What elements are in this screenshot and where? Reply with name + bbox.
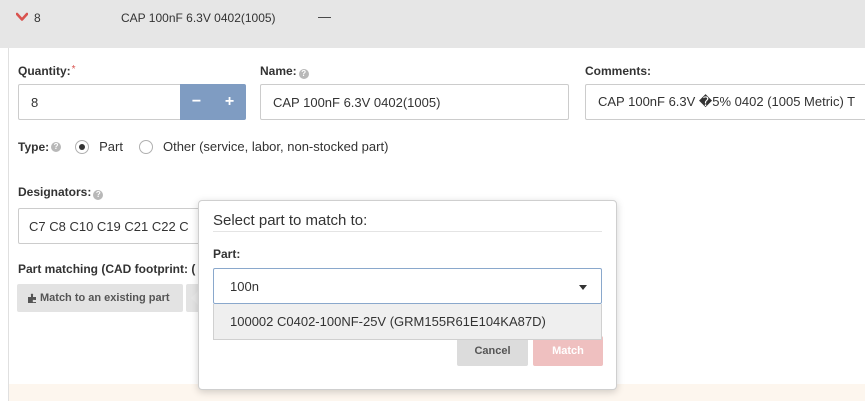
type-radio-group: Type: ? Part Other (service, labor, non-… [18,139,388,154]
part-search-value: 100n [230,278,259,294]
comments-label: Comments: [585,64,652,78]
type-part-radio[interactable] [75,139,90,154]
name-label: Name:? [260,64,309,79]
match-part-popover: Select part to match to: Part: 100n Canc… [198,200,617,390]
match-existing-part-label: Match to an existing part [40,292,170,304]
part-option[interactable]: 100002 C0402-100NF-25V (GRM155R61E104KA8… [213,304,602,340]
designators-value: C7 C8 C10 C19 C21 C22 C [29,218,189,234]
row-dash: — [318,9,331,24]
comments-value: CAP 100nF 6.3V �5% 0402 (1005 Metric) T [598,94,856,109]
part-label: Part: [213,247,241,261]
part-matching-label: Part matching (CAD footprint: ( [18,262,196,276]
required-mark: * [71,64,76,75]
row-quantity: 8 [34,11,41,25]
quantity-value: 8 [31,94,39,110]
help-icon[interactable]: ? [93,190,104,200]
comments-input[interactable]: CAP 100nF 6.3V �5% 0402 (1005 Metric) T [585,84,865,120]
decrement-button[interactable]: − [185,93,209,111]
designators-input[interactable]: C7 C8 C10 C19 C21 C22 C [18,208,218,244]
quantity-input[interactable]: 8 [18,84,181,120]
bom-row-header[interactable]: 8 CAP 100nF 6.3V 0402(1005) — [0,0,865,48]
match-existing-part-button[interactable]: Match to an existing part [17,284,183,312]
type-other-radio[interactable] [138,139,153,154]
name-value: CAP 100nF 6.3V 0402(1005) [273,94,441,110]
name-label-text: Name: [260,64,297,78]
title-divider [213,231,602,232]
name-input[interactable]: CAP 100nF 6.3V 0402(1005) [260,84,569,120]
type-other-label[interactable]: Other (service, labor, non-stocked part) [163,139,388,154]
puzzle-icon [28,293,36,303]
match-button[interactable]: Match [533,336,603,366]
type-part-label[interactable]: Part [99,139,123,154]
quantity-stepper[interactable]: − + [180,84,246,120]
quantity-label: Quantity:* [18,64,76,78]
quantity-label-text: Quantity: [18,64,71,78]
cancel-button[interactable]: Cancel [457,336,528,366]
part-search-select[interactable]: 100n [213,268,602,304]
caret-down-icon[interactable] [579,285,587,290]
row-name: CAP 100nF 6.3V 0402(1005) [121,11,276,25]
help-icon[interactable]: ? [298,69,309,79]
increment-button[interactable]: + [218,93,242,111]
designators-label-text: Designators: [18,185,92,199]
type-label: Type: [18,139,50,154]
designators-label: Designators:? [18,185,104,200]
popover-title: Select part to match to: [213,212,368,229]
chevron-down-icon[interactable] [16,11,28,23]
help-icon[interactable]: ? [51,141,62,152]
